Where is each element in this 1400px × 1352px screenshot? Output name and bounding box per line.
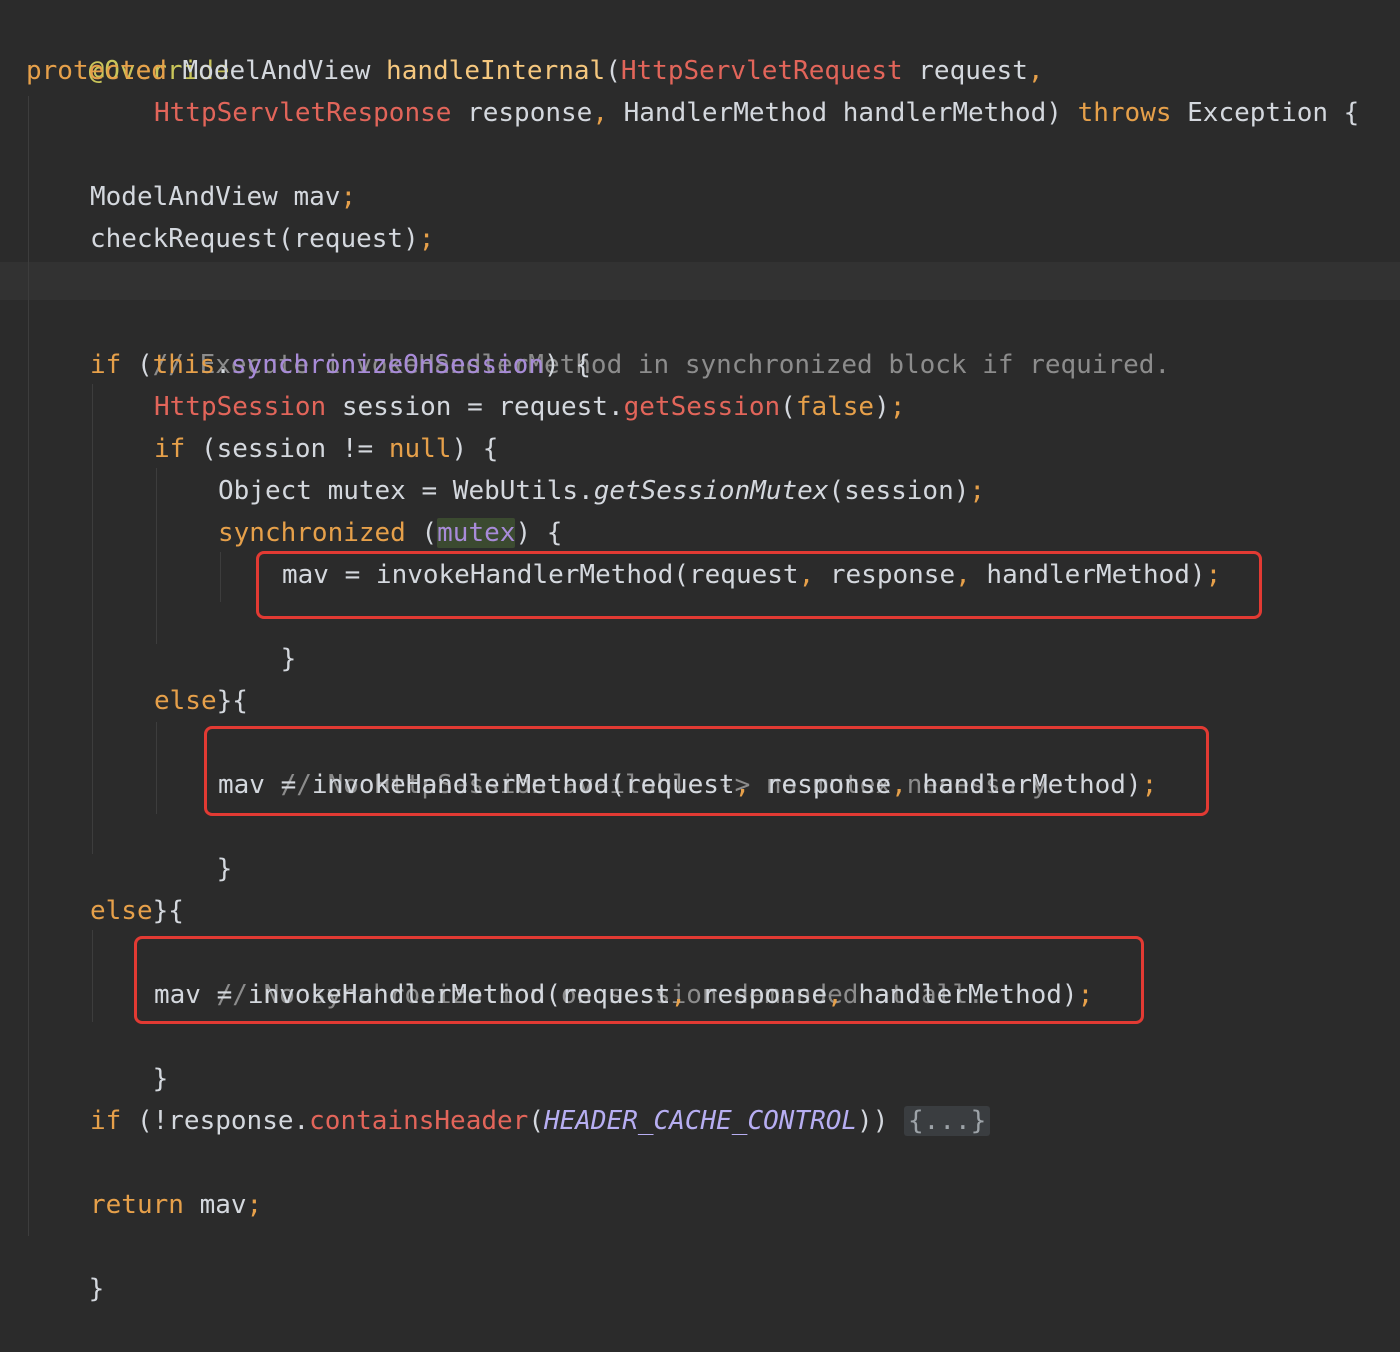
close-brace: } xyxy=(216,854,233,884)
paren: ( xyxy=(528,1106,544,1136)
sync-on-session-field: synchronizeOnSession xyxy=(230,350,544,380)
code-line-check-request[interactable]: checkRequest(request); xyxy=(90,218,434,260)
return-value: mav xyxy=(183,1190,247,1220)
session-check: (session != xyxy=(185,434,389,464)
code-line-return[interactable]: return mav; xyxy=(90,1184,262,1226)
false-literal: false xyxy=(795,392,875,422)
caret-line-highlight xyxy=(0,262,1400,300)
mutex-variable: mutex xyxy=(437,518,516,548)
request-param: request xyxy=(902,56,1028,86)
get-session-call: getSession xyxy=(623,392,781,422)
get-session-mutex-call: getSessionMutex xyxy=(593,476,829,506)
code-line-if-cache-control[interactable]: if (!response.containsHeader(HEADER_CACH… xyxy=(90,1100,991,1142)
indent-guide xyxy=(92,384,93,854)
code-line-else-inner[interactable]: else { xyxy=(154,680,248,722)
synchronized-keyword: synchronized xyxy=(218,518,406,548)
semicolon: ; xyxy=(418,224,435,254)
session-arg: (session) xyxy=(828,476,970,506)
code-line-close-if-sync[interactable]: } xyxy=(90,848,169,926)
code-line-mutex[interactable]: Object mutex = WebUtils.getSessionMutex(… xyxy=(218,470,985,512)
code-line-annotation[interactable]: @Override xyxy=(26,8,230,86)
code-line-mav-decl[interactable]: ModelAndView mav; xyxy=(90,176,356,218)
header-cache-control-constant: HEADER_CACHE_CONTROL xyxy=(543,1106,858,1136)
semicolon: ; xyxy=(246,1190,263,1220)
if-keyword: if xyxy=(90,350,122,380)
code-line-method-signature[interactable]: protected ModelAndView handleInternal(Ht… xyxy=(26,50,1044,92)
response-type: HttpServletResponse xyxy=(154,98,452,128)
code-line-close-if-session[interactable]: } xyxy=(154,638,233,716)
code-line-comment-execute[interactable]: // Execute invokeHandlerMethod in synchr… xyxy=(90,302,1170,380)
indent-guide xyxy=(156,468,157,644)
close-brace: } xyxy=(88,1274,105,1304)
close-brace: } xyxy=(280,644,297,674)
highlight-box-synchronized-invoke xyxy=(256,551,1262,619)
indent-guide xyxy=(28,96,29,1236)
return-keyword: return xyxy=(90,1190,184,1220)
if-keyword: if xyxy=(154,434,186,464)
session-assign: session = request. xyxy=(326,392,624,422)
mav-declaration: ModelAndView mav xyxy=(90,182,341,212)
semicolon: ; xyxy=(969,476,986,506)
code-line-method-params[interactable]: HttpServletResponse response, HandlerMet… xyxy=(154,92,1359,134)
null-literal: null xyxy=(388,434,452,464)
semicolon: ; xyxy=(340,182,357,212)
highlight-box-no-session-invoke xyxy=(204,726,1209,816)
code-line-else-outer[interactable]: else { xyxy=(90,890,184,932)
code-line-if-sync[interactable]: if (this.synchronizeOnSession) { xyxy=(90,344,591,386)
close-paren-brace: ) { xyxy=(451,434,499,464)
else-keyword: else xyxy=(154,686,217,716)
close-brace: } xyxy=(152,1064,169,1094)
not-response: (!response. xyxy=(121,1106,310,1136)
request-type: HttpServletRequest xyxy=(620,56,903,86)
throws-keyword: throws xyxy=(1077,98,1172,128)
semicolon: ; xyxy=(889,392,906,422)
this-keyword: this xyxy=(152,350,216,380)
code-line-get-session[interactable]: HttpSession session = request.getSession… xyxy=(154,386,905,428)
exception-type: Exception { xyxy=(1171,98,1360,128)
indent-guide xyxy=(220,552,221,602)
code-editor[interactable]: @Override protected ModelAndView handleI… xyxy=(0,0,1400,1304)
check-request-call: checkRequest(request) xyxy=(90,224,419,254)
else-keyword: else xyxy=(90,896,153,926)
dot: . xyxy=(215,350,231,380)
method-name: handleInternal xyxy=(386,56,606,86)
comma: , xyxy=(592,98,608,128)
double-close-paren: )) xyxy=(857,1106,889,1136)
protected-keyword: protected xyxy=(26,56,167,86)
comma: , xyxy=(1027,56,1044,86)
code-line-close-method[interactable]: } xyxy=(26,1226,105,1304)
if-keyword: if xyxy=(90,1106,122,1136)
response-param: response xyxy=(451,98,593,128)
open-brace: { xyxy=(152,896,184,926)
open-paren: ( xyxy=(121,350,153,380)
http-session-type: HttpSession xyxy=(154,392,327,422)
open-brace: { xyxy=(216,686,248,716)
code-line-synchronized[interactable]: synchronized (mutex) { xyxy=(218,512,562,554)
contains-header-call: containsHeader xyxy=(309,1106,529,1136)
close-paren-brace: ) { xyxy=(543,350,591,380)
folded-code-block[interactable]: {...} xyxy=(904,1106,991,1136)
highlight-box-no-sync-invoke xyxy=(134,936,1144,1024)
return-type: ModelAndView xyxy=(182,56,371,86)
close-paren: ) xyxy=(874,392,890,422)
object-mutex: Object mutex = WebUtils. xyxy=(218,476,594,506)
open-paren: ( xyxy=(405,518,438,548)
close-paren-brace: ) { xyxy=(515,518,563,548)
handler-method-param: HandlerMethod handlerMethod) xyxy=(607,98,1062,128)
paren: ( xyxy=(605,56,621,86)
code-line-if-session[interactable]: if (session != null) { xyxy=(154,428,498,470)
paren: ( xyxy=(780,392,796,422)
